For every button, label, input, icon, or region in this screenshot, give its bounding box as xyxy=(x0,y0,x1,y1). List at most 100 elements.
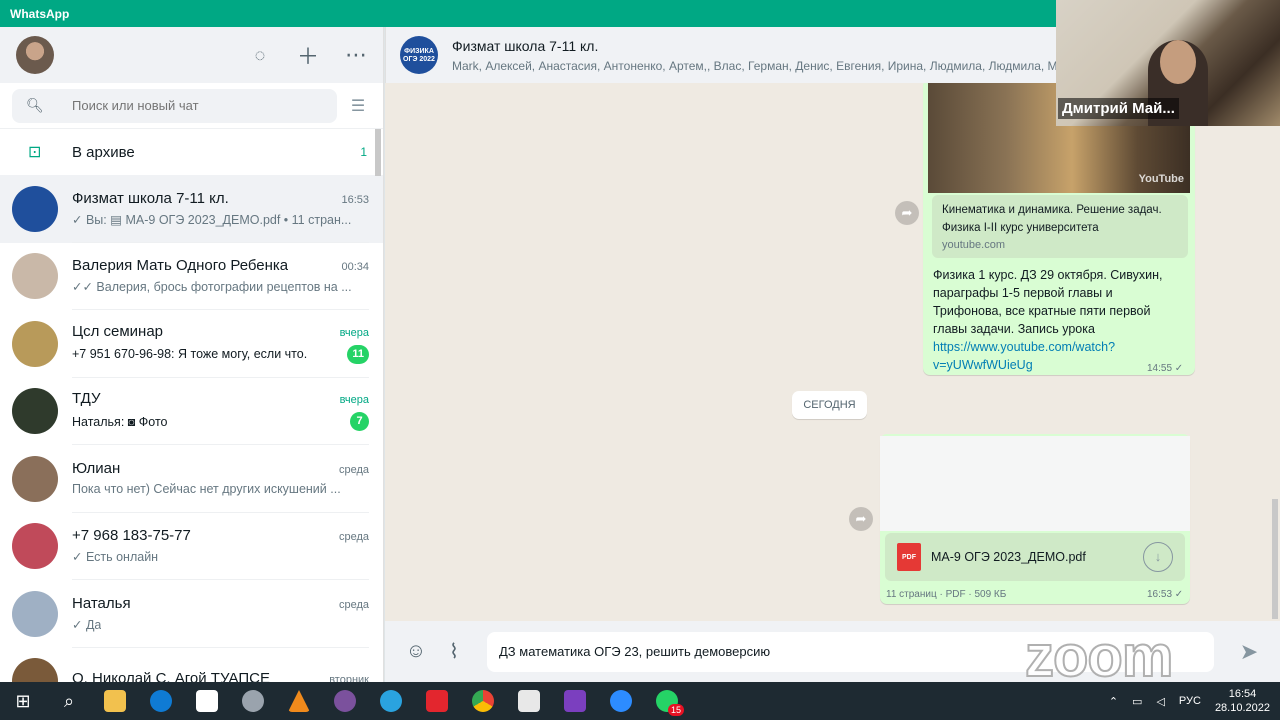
archive-label: В архиве xyxy=(72,143,135,161)
anydesk-icon[interactable] xyxy=(414,682,460,720)
chat-name: Валерия Мать Одного Ребенка xyxy=(72,257,289,275)
chat-name: Физмат школа 7-11 кл. xyxy=(72,189,229,207)
document-name: МА-9 ОГЭ 2023_ДЕМО.pdf xyxy=(931,550,1086,564)
chat-preview: ✓ Вы: ▤ МА-9 ОГЭ 2023_ДЕМО.pdf • 11 стра… xyxy=(72,212,352,227)
chat-list-item[interactable]: Валерия Мать Одного Ребенка 00:34 ✓✓ Валер… xyxy=(0,243,383,310)
chat-list-item[interactable]: Наталья среда ✓ Да xyxy=(0,580,383,648)
edge-icon[interactable] xyxy=(138,682,184,720)
document-time: 16:53 ✓ xyxy=(1147,589,1184,600)
chat-avatar xyxy=(12,388,58,435)
telegram-icon[interactable] xyxy=(368,682,414,720)
chat-list-item[interactable]: Цсл семинар вчера +7 951 670-96-98: Я тоже… xyxy=(0,310,383,378)
emoji-icon[interactable]: ☺ xyxy=(401,640,431,663)
unread-badge: 11 xyxy=(347,344,369,364)
chat-time: 16:53 xyxy=(341,193,369,206)
chat-name: +7 968 183-75-77 xyxy=(72,527,191,545)
status-icon[interactable]: ◌ xyxy=(249,45,271,66)
search-row: 🔍︎ ☰ xyxy=(0,83,383,129)
menu-dots-icon[interactable]: ⋯ xyxy=(345,42,367,68)
date-chip: СЕГОДНЯ xyxy=(792,391,867,419)
chat-preview: +7 951 670-96-98: Я тоже могу, если что. xyxy=(72,347,308,362)
onenote-icon[interactable] xyxy=(552,682,598,720)
new-chat-icon[interactable]: ＋ xyxy=(297,39,319,71)
archive-row[interactable]: ⊡ В архиве 1 xyxy=(0,129,383,175)
search-input[interactable] xyxy=(72,98,322,113)
whatsapp-taskbar-icon[interactable]: 15 xyxy=(644,682,690,720)
chrome-icon[interactable] xyxy=(460,682,506,720)
search-box[interactable]: 🔍︎ xyxy=(12,88,337,123)
chat-time: среда xyxy=(338,598,369,611)
paint-icon[interactable] xyxy=(230,682,276,720)
sidebar: ◌ ＋ ⋯ 🔍︎ ☰ ⊡ В архиве 1 Физмат школа 7-1… xyxy=(0,27,384,682)
message-time: 14:55 ✓ xyxy=(1147,363,1184,374)
file-explorer-icon[interactable] xyxy=(92,682,138,720)
chat-list-item[interactable]: ТДУ вчера Наталья: ◙ Фото 7 xyxy=(0,378,383,445)
chat-avatar xyxy=(12,455,58,502)
video-overlay: Дмитрий Май... xyxy=(1056,0,1280,126)
zoom-icon[interactable] xyxy=(598,682,644,720)
attach-icon[interactable]: ⌇ xyxy=(439,639,469,664)
notepad-icon[interactable] xyxy=(506,682,552,720)
taskbar: ⊞ ⌕ 15 ⌃ ▭ ◁ РУС 16:54 28.10.2022 xyxy=(0,682,1280,720)
link-preview[interactable]: Кинематика и динамика. Решение задач. Фи… xyxy=(932,195,1188,258)
sidebar-scrollbar[interactable] xyxy=(375,129,381,176)
chat-name: Цсл семинар xyxy=(72,322,164,340)
chat-list-item[interactable]: Юлиан среда Пока что нет) Сейчас нет други… xyxy=(0,445,383,513)
chat-time: вчера xyxy=(339,394,369,407)
chat-avatar xyxy=(12,658,58,682)
chat-preview: Пока что нет) Сейчас нет других искушени… xyxy=(72,482,341,497)
chat-avatar xyxy=(12,590,58,637)
clock-date: 28.10.2022 xyxy=(1214,702,1270,714)
sidebar-header: ◌ ＋ ⋯ xyxy=(0,27,383,83)
message-area: YouTube ➦ Кинематика и динамика. Решение… xyxy=(385,83,1280,621)
chat-time: вчера xyxy=(339,326,369,339)
send-icon[interactable]: ➤ xyxy=(1234,639,1264,665)
chat-name: О. Николай С. Агой ТУАПСЕ xyxy=(72,669,270,682)
forward-icon[interactable]: ➦ xyxy=(849,507,873,531)
search-icon: 🔍︎ xyxy=(26,97,44,113)
chat-list-item[interactable]: О. Николай С. Агой ТУАПСЕ вторник xyxy=(0,648,383,682)
message-body: Физика 1 курс. ДЗ 29 октября. Сивухин, п… xyxy=(933,268,1163,336)
volume-icon[interactable]: ◁ xyxy=(1156,695,1164,708)
filter-icon[interactable]: ☰ xyxy=(345,96,371,116)
chat-preview: ✓ Да xyxy=(72,617,102,632)
chat-name: ТДУ xyxy=(72,390,101,408)
archive-count: 1 xyxy=(360,145,367,159)
chat-time: 00:34 xyxy=(341,261,369,274)
chat-scrollbar[interactable] xyxy=(1272,499,1278,619)
chat-name: Наталья xyxy=(72,594,131,612)
link-preview-domain: youtube.com xyxy=(942,239,1005,251)
clock[interactable]: 16:54 28.10.2022 xyxy=(1215,687,1270,715)
store-icon[interactable] xyxy=(184,682,230,720)
pdf-icon: PDF xyxy=(897,543,921,571)
youtube-badge: YouTube xyxy=(1138,173,1184,185)
forward-icon[interactable]: ➦ xyxy=(895,201,919,225)
vlc-icon[interactable] xyxy=(276,682,322,720)
clock-time: 16:54 xyxy=(1228,688,1257,700)
windows-start-icon[interactable]: ⊞ xyxy=(0,682,46,720)
participant-head xyxy=(1160,40,1196,84)
document-attachment[interactable]: PDF МА-9 ОГЭ 2023_ДЕМО.pdf ↓ xyxy=(885,533,1185,581)
chat-preview: ✓✓ Валерия, брось фотографии рецептов на… xyxy=(72,280,352,295)
group-avatar[interactable]: ФИЗИКА ОГЭ 2022 xyxy=(400,36,438,74)
download-icon[interactable]: ↓ xyxy=(1143,542,1173,572)
chat-title: Физмат школа 7-11 кл. xyxy=(452,37,599,54)
chat-time: среда xyxy=(338,531,369,544)
chat-list-item[interactable]: +7 968 183-75-77 среда ✓ Есть онлайн xyxy=(0,513,383,580)
link-preview-title: Кинематика и динамика. Решение задач. Фи… xyxy=(942,204,1162,234)
chat-name: Юлиан xyxy=(72,460,121,478)
document-preview[interactable] xyxy=(880,436,1190,531)
language-indicator[interactable]: РУС xyxy=(1179,695,1201,707)
viber-icon[interactable] xyxy=(322,682,368,720)
my-avatar[interactable] xyxy=(16,36,54,74)
system-tray: ⌃ ▭ ◁ РУС 16:54 28.10.2022 xyxy=(1109,687,1280,715)
document-info: 11 страниц · PDF · 509 КБ xyxy=(886,589,1007,600)
network-icon[interactable]: ▭ xyxy=(1132,695,1142,708)
chat-list-item[interactable]: Физмат школа 7-11 кл. 16:53 ✓ Вы: ▤ МА-9 О… xyxy=(0,175,383,243)
chat-preview: Наталья: ◙ Фото xyxy=(72,414,168,429)
chat-avatar xyxy=(12,253,58,300)
search-icon[interactable]: ⌕ xyxy=(46,682,92,720)
message-link[interactable]: https://www.youtube.com/watch?v=yUWwfWUi… xyxy=(933,340,1115,372)
chat-preview: ✓ Есть онлайн xyxy=(72,550,159,565)
tray-chevron-icon[interactable]: ⌃ xyxy=(1109,695,1118,708)
